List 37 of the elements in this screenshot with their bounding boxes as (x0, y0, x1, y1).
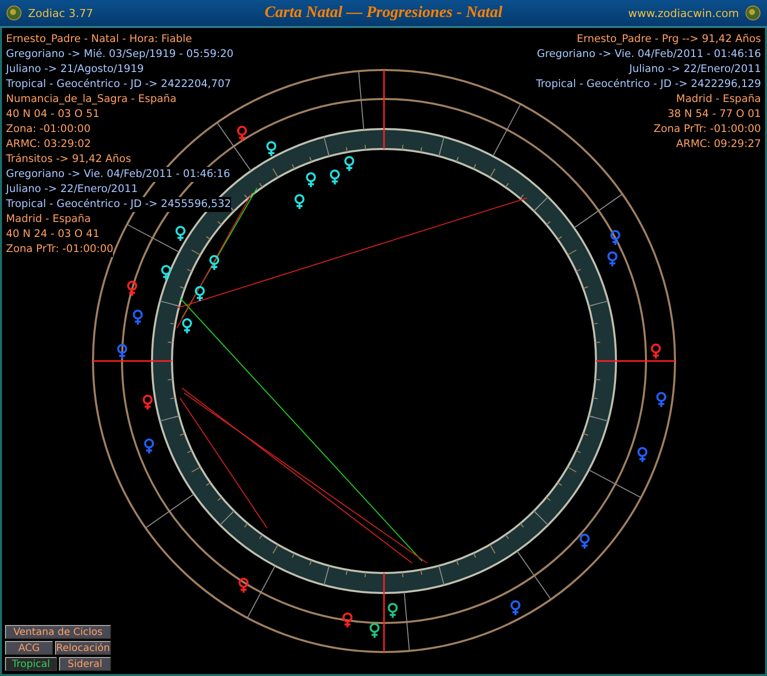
globe-icon (6, 5, 22, 21)
planet-symbol-icon (344, 156, 354, 172)
planet-symbol-icon (132, 310, 143, 325)
planet-symbol-icon (161, 264, 172, 280)
planet-symbol-icon (342, 612, 353, 628)
planet-symbol-icon (656, 392, 666, 407)
chart-option-button[interactable]: ACG (5, 641, 54, 655)
planet-symbol-icon (607, 251, 618, 266)
planet-symbol-icon (294, 194, 304, 210)
planet-symbol-icon (510, 600, 520, 616)
planet-symbol-icon (266, 141, 276, 156)
window-title: Carta Natal — Progresiones - Natal (264, 4, 502, 22)
planet-symbol-icon (182, 318, 192, 334)
chart-option-button[interactable]: Ventana de Ciclos (5, 625, 111, 639)
planet-symbol-icon (610, 230, 620, 245)
planet-symbol-icon (388, 602, 398, 618)
planet-symbol-icon (117, 344, 128, 359)
globe-icon (744, 5, 761, 21)
planet-symbol-icon (144, 438, 154, 454)
chart-option-button[interactable]: Relocación (55, 641, 111, 655)
app-name: Zodiac 3.77 (28, 6, 94, 20)
chart-option-button[interactable]: Sideral (59, 657, 111, 671)
planet-symbol-icon (238, 578, 249, 593)
planet-symbol-icon (306, 172, 316, 188)
planet-symbol-icon (637, 447, 648, 462)
website-url: www.zodiacwin.com (628, 6, 739, 20)
planet-symbol-icon (370, 622, 380, 638)
planet-symbol-icon (580, 534, 590, 549)
planet-symbol-icon (330, 169, 340, 184)
planet-symbol-icon (142, 394, 153, 410)
chart-option-button[interactable]: Tropical (5, 657, 57, 671)
planet-symbol-icon (209, 255, 220, 270)
planet-symbol-icon (650, 344, 661, 358)
planet-symbol-icon (127, 280, 138, 296)
planet-symbol-icon (194, 286, 205, 301)
planet-symbol-icon (175, 226, 186, 241)
planet-symbol-icon (236, 126, 247, 141)
